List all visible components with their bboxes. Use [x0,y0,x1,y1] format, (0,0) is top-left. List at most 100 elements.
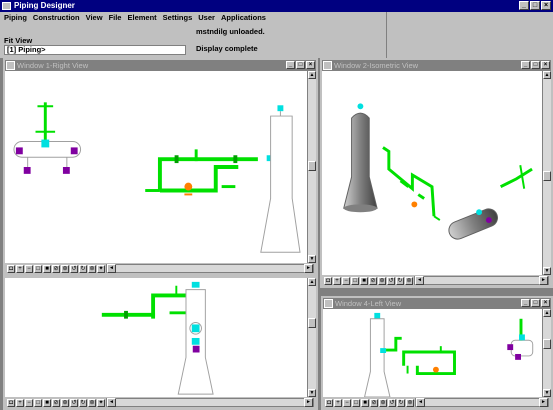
view-control-button[interactable]: ◘ [325,398,333,407]
zoom-out-button[interactable]: − [342,276,350,285]
copy-view-button[interactable]: ⊚ [406,398,414,407]
command-input[interactable]: [1] Piping> [4,45,186,55]
zoom-in-button[interactable]: + [16,398,24,407]
window-3[interactable]: ▲ ▼ ◘ + − □ ■ ⊘ ⊛ ↺ ↻ ⊚ ✦ ◄ ► [3,276,318,410]
scroll-thumb[interactable] [543,339,551,349]
window-1-canvas[interactable] [5,71,307,263]
menu-element[interactable]: Element [127,12,156,23]
maximize-button[interactable]: □ [530,1,540,10]
close-button[interactable]: × [306,61,315,69]
scroll-down-arrow[interactable]: ▼ [308,255,316,263]
view-previous-button[interactable]: ↺ [70,398,78,407]
scroll-thumb[interactable] [308,161,316,171]
app-icon[interactable] [2,2,11,10]
menu-view[interactable]: View [86,12,103,23]
pan-view-button[interactable]: ⊛ [379,398,387,407]
close-button[interactable]: × [541,61,550,69]
vertical-scrollbar[interactable]: ▲ ▼ [542,71,551,275]
scroll-right-arrow[interactable]: ► [539,276,548,285]
menu-piping[interactable]: Piping [4,12,27,23]
view-control-button[interactable]: ◘ [7,398,15,407]
copy-view-button[interactable]: ⊚ [88,398,96,407]
scroll-left-arrow[interactable]: ◄ [107,264,116,273]
horizontal-scrollbar[interactable]: ◄ ► [106,264,314,273]
scroll-up-arrow[interactable]: ▲ [543,309,551,317]
fit-view-button[interactable]: ■ [360,276,368,285]
rotate-view-button[interactable]: ⊘ [369,276,377,285]
view-previous-button[interactable]: ↺ [388,398,396,407]
minimize-button[interactable]: _ [519,1,529,10]
fit-view-button[interactable]: ■ [43,398,51,407]
rotate-view-button[interactable]: ⊘ [52,398,60,407]
minimize-button[interactable]: _ [521,299,530,307]
window-4-canvas[interactable] [323,309,542,397]
zoom-out-button[interactable]: − [343,398,351,407]
view-next-button[interactable]: ↻ [396,276,404,285]
view-settings-button[interactable]: ✦ [97,264,105,273]
view-previous-button[interactable]: ↺ [70,264,78,273]
window-2-canvas[interactable] [322,71,542,275]
scroll-thumb[interactable] [308,318,316,328]
zoom-in-button[interactable]: + [16,264,24,273]
maximize-button[interactable]: □ [296,61,305,69]
scroll-left-arrow[interactable]: ◄ [416,398,425,407]
scroll-down-arrow[interactable]: ▼ [308,389,316,397]
horizontal-scrollbar[interactable]: ◄ ► [415,398,549,407]
close-button[interactable]: × [541,299,550,307]
menu-settings[interactable]: Settings [163,12,193,23]
menu-file[interactable]: File [109,12,122,23]
view-control-button[interactable]: ◘ [324,276,332,285]
window-2-title-bar[interactable]: Window 2-Isometric View _ □ × [322,60,551,71]
fit-view-button[interactable]: ■ [43,264,51,273]
window-icon[interactable] [6,61,15,70]
zoom-out-button[interactable]: − [25,398,33,407]
window-4-title-bar[interactable]: Window 4-Left View _ □ × [323,298,551,309]
zoom-in-button[interactable]: + [333,276,341,285]
copy-view-button[interactable]: ⊚ [88,264,96,273]
window-area-button[interactable]: □ [352,398,360,407]
copy-view-button[interactable]: ⊚ [405,276,413,285]
window-4-left-view[interactable]: Window 4-Left View _ □ × ▲ ▼ ◘ + − □ ■ ⊘… [321,296,553,410]
view-next-button[interactable]: ↻ [397,398,405,407]
pan-view-button[interactable]: ⊛ [61,264,69,273]
scroll-up-arrow[interactable]: ▲ [308,278,316,286]
pan-view-button[interactable]: ⊛ [61,398,69,407]
window-icon[interactable] [324,299,333,308]
window-3-canvas[interactable] [5,278,307,397]
fit-view-button[interactable]: ■ [361,398,369,407]
scroll-right-arrow[interactable]: ► [539,398,548,407]
window-area-button[interactable]: □ [351,276,359,285]
scroll-right-arrow[interactable]: ► [304,398,313,407]
scroll-up-arrow[interactable]: ▲ [543,71,551,79]
rotate-view-button[interactable]: ⊘ [52,264,60,273]
scroll-down-arrow[interactable]: ▼ [543,389,551,397]
window-1-title-bar[interactable]: Window 1-Right View _ □ × [5,60,316,71]
window-icon[interactable] [323,61,332,70]
minimize-button[interactable]: _ [521,61,530,69]
menu-construction[interactable]: Construction [33,12,80,23]
vertical-scrollbar[interactable]: ▲ ▼ [542,309,551,397]
scroll-up-arrow[interactable]: ▲ [308,71,316,79]
vertical-scrollbar[interactable]: ▲ ▼ [307,71,316,263]
window-1-right-view[interactable]: Window 1-Right View _ □ × ▲ ▼ ◘ + − □ ■ … [3,58,318,276]
horizontal-scrollbar[interactable]: ◄ ► [414,276,549,285]
view-settings-button[interactable]: ✦ [97,398,105,407]
pan-view-button[interactable]: ⊛ [378,276,386,285]
menu-user[interactable]: User [198,12,215,23]
maximize-button[interactable]: □ [531,61,540,69]
window-area-button[interactable]: □ [34,398,42,407]
view-next-button[interactable]: ↻ [79,264,87,273]
zoom-in-button[interactable]: + [334,398,342,407]
scroll-down-arrow[interactable]: ▼ [543,267,551,275]
scroll-left-arrow[interactable]: ◄ [415,276,424,285]
minimize-button[interactable]: _ [286,61,295,69]
view-previous-button[interactable]: ↺ [387,276,395,285]
close-button[interactable]: × [541,1,551,10]
view-next-button[interactable]: ↻ [79,398,87,407]
horizontal-scrollbar[interactable]: ◄ ► [106,398,314,407]
zoom-out-button[interactable]: − [25,264,33,273]
scroll-right-arrow[interactable]: ► [304,264,313,273]
vertical-scrollbar[interactable]: ▲ ▼ [307,278,316,397]
window-2-isometric-view[interactable]: Window 2-Isometric View _ □ × ▲ ▼ ◘ + − … [320,58,553,288]
menu-applications[interactable]: Applications [221,12,266,23]
